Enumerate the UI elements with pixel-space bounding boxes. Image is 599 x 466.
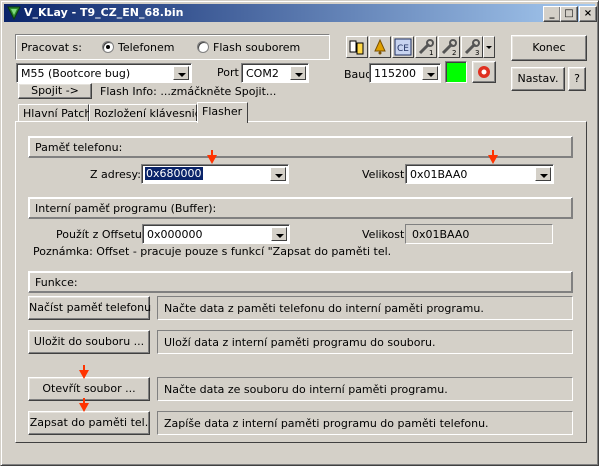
red-arrow-marker	[488, 150, 498, 164]
title-bar: V_KLay - T9_CZ_EN_68.bin _ □ ×	[4, 4, 597, 22]
red-arrow-marker	[207, 150, 217, 164]
status-indicator	[445, 61, 467, 83]
chevron-down-icon[interactable]	[290, 66, 306, 80]
read-phone-mem-desc-box: Načte data z paměti telefonu do interní …	[157, 296, 573, 320]
gear-icon	[478, 66, 490, 78]
internal-header: Interní paměť programu (Buffer):	[35, 202, 217, 215]
app-icon	[7, 6, 21, 21]
size-select[interactable]: 0x01BAA0	[405, 164, 554, 184]
port-label: Port	[217, 66, 239, 79]
konec-button[interactable]: Konec	[511, 35, 587, 61]
functions-header: Funkce:	[35, 276, 78, 289]
toolbar-dropdown[interactable]	[483, 36, 495, 58]
from-addr-value: 0x680000	[145, 167, 203, 180]
ce-icon: CE	[394, 38, 412, 56]
nastav-button[interactable]: Nastav.	[511, 67, 565, 91]
write-phone-mem-desc: Zapíše data z interní paměti programu do…	[164, 417, 489, 430]
model-select-value: M55 (Bootcore bug)	[21, 67, 131, 80]
internal-size-value: 0x01BAA0	[412, 228, 470, 241]
svg-text:2: 2	[452, 49, 456, 57]
write-phone-mem-desc-box: Zapíše data z interní paměti programu do…	[157, 411, 573, 435]
baud-select[interactable]: 115200	[369, 63, 441, 83]
tab-flasher[interactable]: Flasher	[197, 102, 248, 123]
main-window: V_KLay - T9_CZ_EN_68.bin _ □ × Pracovat …	[0, 0, 599, 466]
read-phone-mem-desc: Načte data z paměti telefonu do interní …	[164, 302, 484, 315]
tools-3-icon: 3	[464, 39, 480, 57]
toolbar-group-icon-3[interactable]: CE	[392, 36, 414, 58]
tools-2-icon: 2	[441, 39, 457, 57]
radio-file[interactable]	[197, 41, 209, 53]
read-phone-mem-button[interactable]: Načíst paměť telefonu	[28, 296, 151, 320]
save-file-button[interactable]: Uložit do souboru ...	[28, 330, 150, 354]
open-file-desc-box: Načte data ze souboru do interní paměti …	[157, 377, 573, 401]
pracovat-label: Pracovat s:	[21, 41, 82, 54]
tab-hlavni-patch[interactable]: Hlavní Patch	[18, 104, 91, 122]
svg-text:CE: CE	[397, 44, 409, 54]
toolbar-group-icon-4[interactable]: 1	[415, 36, 437, 58]
connect-button[interactable]: Spojit ->	[18, 83, 92, 99]
toolbar-group-icon-6[interactable]: 3	[461, 36, 483, 58]
red-arrow-marker	[79, 398, 89, 412]
note-text: Poznámka: Offset - pracuje pouze s funkc…	[33, 245, 392, 258]
bell-icon	[374, 38, 386, 55]
offset-select[interactable]: 0x000000	[142, 224, 290, 244]
tab-rozlozeni[interactable]: Rozložení klávesnice	[89, 104, 208, 122]
minimize-button[interactable]: _	[543, 6, 561, 22]
chevron-down-icon[interactable]	[173, 66, 189, 80]
functions-header-box: Funkce:	[28, 271, 573, 293]
tools-1-icon: 1	[418, 39, 434, 57]
chevron-down-icon[interactable]	[271, 227, 287, 241]
port-select[interactable]: COM2	[241, 63, 309, 83]
baud-select-value: 115200	[374, 67, 416, 80]
toolbar-group-icon-5[interactable]: 2	[438, 36, 460, 58]
red-arrow-marker	[79, 365, 89, 379]
help-button[interactable]: ?	[568, 67, 586, 91]
toolbar-group-icon-2[interactable]	[369, 36, 391, 58]
internal-size-label: Velikost:	[362, 228, 409, 241]
maximize-button[interactable]: □	[560, 6, 578, 22]
window-title: V_KLay - T9_CZ_EN_68.bin	[24, 6, 184, 19]
chevron-down-icon[interactable]	[422, 66, 438, 80]
svg-text:3: 3	[475, 49, 479, 57]
size-value: 0x01BAA0	[410, 168, 468, 181]
baud-label: Baud	[344, 68, 373, 81]
svg-text:1: 1	[429, 49, 433, 57]
from-addr-select[interactable]: 0x680000	[141, 164, 289, 184]
open-file-desc: Načte data ze souboru do interní paměti …	[164, 383, 448, 396]
port-select-value: COM2	[246, 67, 279, 80]
phones-icon	[349, 40, 364, 55]
chevron-down-icon[interactable]	[270, 167, 286, 181]
model-select[interactable]: M55 (Bootcore bug)	[16, 63, 192, 83]
offset-value: 0x000000	[147, 228, 203, 241]
chevron-down-icon	[486, 46, 492, 49]
internal-header-box: Interní paměť programu (Buffer):	[28, 197, 573, 219]
flash-info-text: Flash Info: ...zmáčkněte Spojit...	[100, 85, 277, 98]
chevron-down-icon[interactable]	[535, 167, 551, 181]
radio-phone-label[interactable]: Telefonem	[118, 41, 175, 54]
offset-label: Použít z Offsetu:	[56, 228, 146, 241]
close-button[interactable]: ×	[579, 6, 597, 22]
save-file-desc-box: Uloží data z interní paměti programu do …	[157, 330, 573, 354]
internal-size-field: 0x01BAA0	[405, 224, 553, 244]
stop-button[interactable]	[472, 61, 496, 83]
size-label: Velikost:	[362, 168, 409, 181]
radio-phone[interactable]	[102, 41, 114, 53]
flasher-panel: Paměť telefonu: Z adresy: 0x680000 Velik…	[15, 121, 587, 443]
from-addr-label: Z adresy:	[90, 168, 141, 181]
open-file-button[interactable]: Otevřít soubor ...	[28, 377, 150, 401]
radio-file-label[interactable]: Flash souborem	[213, 41, 300, 54]
save-file-desc: Uloží data z interní paměti programu do …	[164, 336, 436, 349]
toolbar-group-icon-1[interactable]	[346, 36, 368, 58]
phone-mem-header: Paměť telefonu:	[35, 141, 123, 154]
write-phone-mem-button[interactable]: Zapsat do paměti tel.	[28, 411, 150, 435]
